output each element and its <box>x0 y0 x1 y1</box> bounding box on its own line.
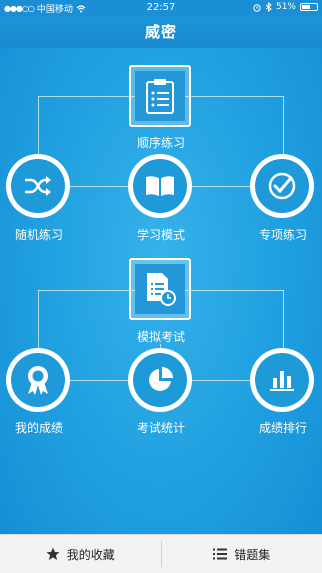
exam-stats-button[interactable] <box>128 348 192 412</box>
shuffle-icon <box>23 174 53 198</box>
random-practice-label: 随机练习 <box>0 226 84 243</box>
alarm-clock-icon <box>253 3 261 12</box>
open-book-icon <box>144 174 176 198</box>
sequential-practice-label: 顺序练习 <box>116 134 206 151</box>
special-practice-label: 专项练习 <box>238 226 322 243</box>
check-circle-icon <box>267 171 297 201</box>
special-practice-button[interactable] <box>250 154 314 218</box>
page-title: 威密 <box>0 16 322 48</box>
star-icon <box>46 547 60 561</box>
wrong-questions-label: 错题集 <box>234 546 270 563</box>
connector-line <box>283 96 284 154</box>
study-mode-label: 学习模式 <box>116 226 206 243</box>
mock-exam-label: 模拟考试 <box>116 328 206 345</box>
connector-line <box>38 290 39 348</box>
my-scores-button[interactable] <box>6 348 70 412</box>
favorites-button[interactable]: 我的收藏 <box>0 535 161 573</box>
exam-stats-label: 考试统计 <box>116 419 206 436</box>
connector-line <box>283 290 284 348</box>
bluetooth-icon <box>265 2 272 12</box>
award-medal-icon <box>24 364 52 396</box>
pie-chart-icon <box>145 365 175 395</box>
my-scores-label: 我的成绩 <box>0 419 84 436</box>
list-icon <box>213 548 227 560</box>
status-bar: ●●●○○ 中国移动 22:57 51% <box>0 0 322 16</box>
random-practice-button[interactable] <box>6 154 70 218</box>
score-ranking-label: 成绩排行 <box>238 419 322 436</box>
study-mode-button[interactable] <box>128 154 192 218</box>
score-ranking-button[interactable] <box>250 348 314 412</box>
clipboard-list-icon <box>145 78 175 114</box>
bar-chart-icon <box>268 368 296 392</box>
sequential-practice-button[interactable] <box>129 65 191 127</box>
bottom-bar: 我的收藏 错题集 <box>0 534 322 573</box>
battery-percent: 51% <box>276 2 296 12</box>
mock-exam-button[interactable] <box>129 258 191 320</box>
wrong-questions-button[interactable]: 错题集 <box>162 535 322 573</box>
connector-line <box>38 96 39 154</box>
battery-icon <box>300 3 318 11</box>
document-clock-icon <box>144 271 176 307</box>
favorites-label: 我的收藏 <box>67 546 115 563</box>
